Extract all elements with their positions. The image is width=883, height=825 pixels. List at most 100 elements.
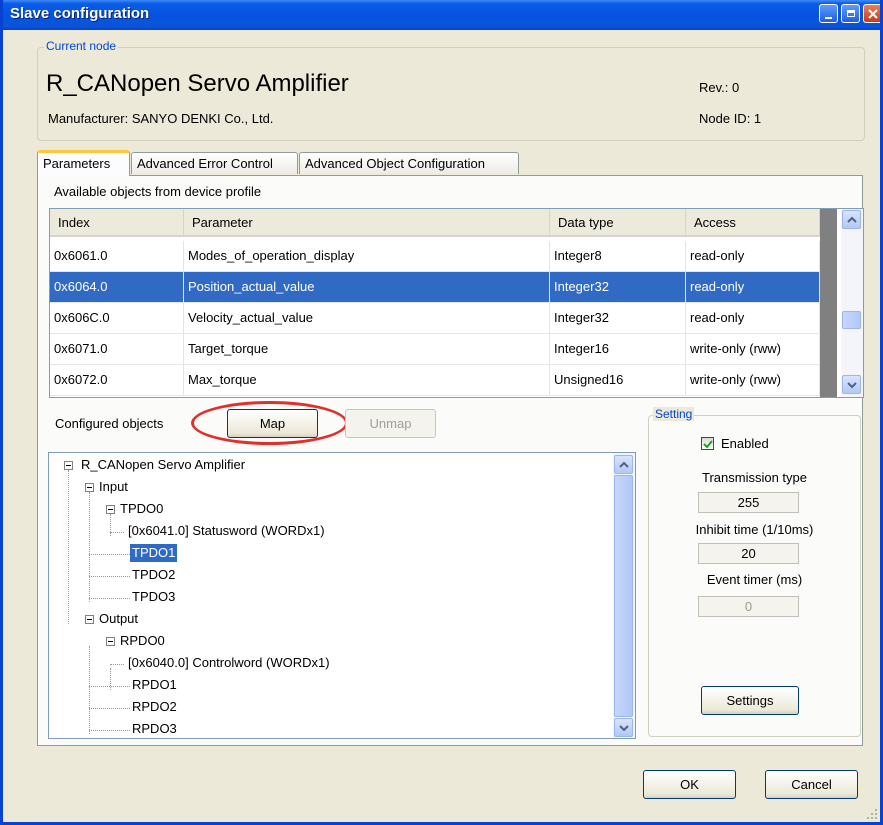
tree-node-rpdo0-entry[interactable]: [0x6040.0] Controlword (WORDx1) [128, 654, 330, 672]
configured-objects-label: Configured objects [55, 416, 164, 431]
tree-node-tpdo2[interactable]: TPDO2 [132, 566, 175, 584]
event-timer-field[interactable]: 0 [698, 596, 799, 617]
unmap-button[interactable]: Unmap [345, 409, 436, 438]
table-header: Index Parameter Data type Access [50, 209, 820, 237]
cell-parameter: Max_torque [184, 365, 550, 395]
collapse-icon[interactable] [85, 483, 94, 492]
tree-node-input[interactable]: Input [99, 478, 128, 496]
current-node-legend: Current node [44, 39, 119, 53]
scroll-thumb[interactable] [842, 311, 861, 329]
tree-line [89, 598, 130, 599]
tab-advanced-error-control[interactable]: Advanced Error Control [131, 152, 298, 174]
tree-line [89, 686, 130, 687]
scroll-thumb[interactable] [614, 475, 633, 717]
tree-line [89, 708, 130, 709]
configured-objects-tree: R_CANopen Servo Amplifier Input TPDO0 [0… [48, 452, 636, 739]
tree-line [110, 532, 124, 533]
cell-access: read-only [686, 303, 820, 333]
cell-parameter: Target_torque [184, 334, 550, 364]
cell-access: write-only (rww) [686, 334, 820, 364]
cell-index: 0x6072.0 [50, 365, 184, 395]
table-row[interactable]: 0x6061.0 Modes_of_operation_display Inte… [50, 241, 820, 272]
collapse-icon[interactable] [64, 461, 73, 470]
table-row[interactable]: 0x6072.0 Max_torque Unsigned16 write-onl… [50, 365, 820, 396]
node-manufacturer: Manufacturer: SANYO DENKI Co., Ltd. [48, 111, 274, 126]
tree-line [89, 576, 130, 577]
cell-index: 0x6071.0 [50, 334, 184, 364]
node-id: Node ID: 1 [699, 111, 762, 126]
cancel-button[interactable]: Cancel [765, 770, 858, 799]
cell-data-type: Integer32 [550, 303, 686, 333]
cell-parameter: Modes_of_operation_display [184, 241, 550, 271]
ok-button[interactable]: OK [643, 770, 736, 799]
transmission-type-field[interactable]: 255 [698, 492, 799, 513]
cell-index: 0x6064.0 [50, 272, 184, 302]
cell-access: read-only [686, 272, 820, 302]
scroll-up-button[interactable] [614, 455, 633, 474]
tree-node-tpdo3[interactable]: TPDO3 [132, 588, 175, 606]
chevron-down-icon [618, 724, 629, 731]
cell-parameter: Velocity_actual_value [184, 303, 550, 333]
available-objects-label: Available objects from device profile [54, 184, 262, 199]
close-button[interactable] [863, 4, 880, 23]
scroll-down-button[interactable] [842, 375, 861, 394]
tree-node-rpdo1[interactable]: RPDO1 [132, 676, 177, 694]
tree-line [89, 730, 130, 731]
maximize-button[interactable] [841, 4, 860, 23]
table-row[interactable]: 0x6071.0 Target_torque Integer16 write-o… [50, 334, 820, 365]
title-bar[interactable]: Slave configuration [3, 0, 880, 30]
tree-node-tpdo1[interactable]: TPDO1 [130, 544, 178, 562]
tree-scrollbar[interactable] [613, 453, 635, 738]
map-highlight-circle [191, 401, 348, 445]
column-header-access[interactable]: Access [686, 209, 820, 235]
table-gutter [820, 209, 837, 397]
tree-node-rpdo3[interactable]: RPDO3 [132, 720, 177, 738]
enabled-checkbox[interactable] [701, 437, 714, 450]
minimize-button[interactable] [819, 4, 838, 23]
tab-advanced-object-configuration[interactable]: Advanced Object Configuration [299, 152, 519, 174]
cell-parameter: Position_actual_value [184, 272, 550, 302]
tree-node-root[interactable]: R_CANopen Servo Amplifier [81, 456, 245, 474]
settings-button[interactable]: Settings [701, 686, 799, 715]
column-header-parameter[interactable]: Parameter [184, 209, 550, 235]
event-timer-label: Event timer (ms) [706, 572, 803, 587]
tree-node-tpdo0-entry[interactable]: [0x6041.0] Statusword (WORDx1) [128, 522, 325, 540]
enabled-label: Enabled [721, 436, 769, 451]
cell-data-type: Unsigned16 [550, 365, 686, 395]
table-row[interactable]: 0x606C.0 Velocity_actual_value Integer32… [50, 303, 820, 334]
cell-data-type: Integer8 [550, 241, 686, 271]
scroll-up-button[interactable] [842, 210, 861, 229]
checkmark-icon [703, 440, 713, 449]
setting-legend: Setting [653, 407, 695, 421]
tab-parameters[interactable]: Parameters [37, 150, 130, 176]
collapse-icon[interactable] [106, 637, 115, 646]
inhibit-time-label: Inhibit time (1/10ms) [695, 522, 814, 537]
available-objects-table: Index Parameter Data type Access 0x6061.… [49, 208, 864, 398]
resize-grip-icon[interactable] [866, 808, 878, 820]
table-scrollbar[interactable] [841, 209, 863, 397]
transmission-type-label: Transmission type [702, 470, 807, 485]
tree-line [110, 664, 124, 665]
scroll-down-button[interactable] [614, 718, 633, 737]
tree-node-rpdo2[interactable]: RPDO2 [132, 698, 177, 716]
current-node-group: Current node R_CANopen Servo Amplifier M… [37, 39, 865, 141]
tree-node-rpdo0[interactable]: RPDO0 [120, 632, 165, 650]
slave-configuration-window: Slave configuration Current node R_CANop… [0, 0, 883, 825]
table-row-selected[interactable]: 0x6064.0 Position_actual_value Integer32… [50, 272, 820, 303]
tree-node-output[interactable]: Output [99, 610, 138, 628]
collapse-icon[interactable] [85, 615, 94, 624]
cell-data-type: Integer32 [550, 272, 686, 302]
close-icon [867, 8, 878, 19]
cell-index: 0x6061.0 [50, 241, 184, 271]
column-header-data-type[interactable]: Data type [550, 209, 686, 235]
cell-index: 0x606C.0 [50, 303, 184, 333]
column-header-index[interactable]: Index [50, 209, 184, 235]
collapse-icon[interactable] [106, 505, 115, 514]
tree-line [89, 492, 90, 602]
cell-access: read-only [686, 241, 820, 271]
node-revision: Rev.: 0 [699, 80, 740, 95]
tree-node-tpdo0[interactable]: TPDO0 [120, 500, 163, 518]
chevron-up-icon [618, 461, 629, 468]
inhibit-time-field[interactable]: 20 [698, 543, 799, 564]
tree-line [89, 646, 90, 734]
